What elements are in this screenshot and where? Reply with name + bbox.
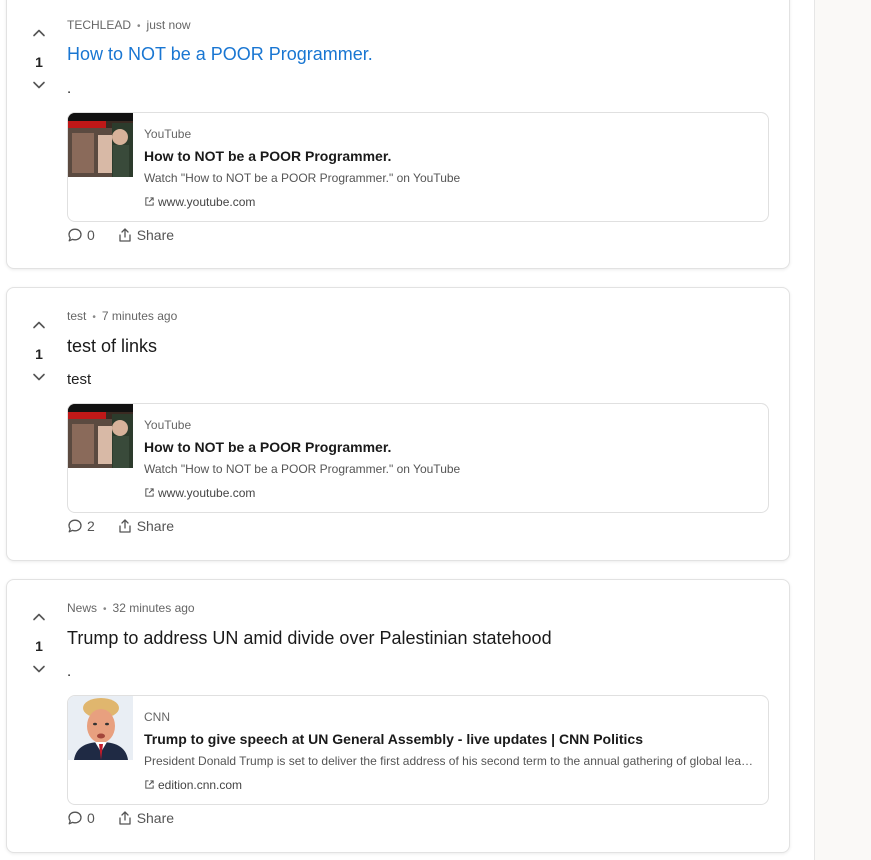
comment-icon (68, 519, 82, 533)
chevron-down-icon (33, 373, 45, 381)
embed-site: CNN (144, 710, 170, 724)
meta-separator: • (92, 312, 96, 323)
post-body: . (67, 80, 72, 97)
embed-domain[interactable]: www.youtube.com (144, 486, 255, 500)
comments-button[interactable]: 0 (67, 227, 95, 243)
post-meta: TECHLEAD • just now (67, 18, 191, 32)
chevron-up-icon (33, 613, 45, 621)
vote-controls: 1 (27, 315, 51, 390)
share-icon (119, 811, 131, 825)
post-meta: News • 32 minutes ago (67, 601, 195, 615)
embed-site: YouTube (144, 418, 192, 432)
vote-controls: 1 (27, 23, 51, 98)
post-card: 1 TECHLEAD • just now How to NOT be a POOR… (6, 0, 790, 269)
share-label: Share (136, 810, 175, 826)
embed-domain-text: www.youtube.com (158, 486, 256, 500)
comment-count: 0 (87, 227, 95, 243)
share-label: Share (136, 518, 175, 534)
chevron-up-icon (33, 29, 45, 37)
embed-site: YouTube (144, 127, 192, 141)
downvote-button[interactable] (27, 370, 51, 390)
downvote-button[interactable] (27, 662, 51, 682)
embed-domain[interactable]: www.youtube.com (144, 195, 255, 209)
right-sidebar (814, 0, 871, 860)
post-author[interactable]: TECHLEAD (67, 18, 131, 32)
post-meta: test • 7 minutes ago (67, 309, 177, 323)
upvote-button[interactable] (27, 318, 51, 338)
link-preview-card[interactable]: YouTube How to NOT be a POOR Programmer.… (67, 112, 769, 222)
video-thumbnail (68, 404, 133, 468)
post-actions: 2 Share (67, 518, 174, 537)
chevron-down-icon (33, 665, 45, 673)
link-preview-card[interactable]: YouTube How to NOT be a POOR Programmer.… (67, 403, 769, 513)
chevron-down-icon (33, 81, 45, 89)
post-time: 7 minutes ago (101, 309, 178, 323)
comments-button[interactable]: 0 (67, 810, 95, 826)
vote-score: 1 (35, 346, 43, 362)
comment-icon (68, 811, 82, 825)
news-thumbnail (68, 696, 133, 760)
meta-separator: • (137, 21, 141, 32)
embed-description: Watch "How to NOT be a POOR Programmer."… (144, 171, 461, 185)
downvote-button[interactable] (27, 78, 51, 98)
share-button[interactable]: Share (117, 810, 174, 826)
vote-controls: 1 (27, 607, 51, 682)
comment-count: 2 (87, 518, 95, 534)
embed-domain-text: edition.cnn.com (158, 778, 243, 792)
meta-separator: • (103, 604, 107, 615)
upvote-button[interactable] (27, 26, 51, 46)
share-button[interactable]: Share (117, 518, 174, 534)
share-icon (119, 228, 131, 242)
embed-title[interactable]: How to NOT be a POOR Programmer. (144, 148, 391, 164)
post-card: 1 News • 32 minutes ago Trump to address U… (6, 579, 790, 853)
chevron-up-icon (33, 321, 45, 329)
vote-score: 1 (35, 638, 43, 654)
external-link-icon (145, 780, 154, 789)
post-card: 1 test • 7 minutes ago test of links test … (6, 287, 790, 561)
post-title[interactable]: test of links (67, 336, 157, 357)
upvote-button[interactable] (27, 610, 51, 630)
post-title[interactable]: Trump to address UN amid divide over Pal… (67, 628, 552, 649)
comment-icon (68, 228, 82, 242)
share-icon (119, 519, 131, 533)
external-link-icon (145, 197, 154, 206)
share-label: Share (136, 227, 175, 243)
embed-description: Watch "How to NOT be a POOR Programmer."… (144, 462, 461, 476)
link-preview-card[interactable]: CNN Trump to give speech at UN General A… (67, 695, 769, 805)
comments-button[interactable]: 2 (67, 518, 95, 534)
post-body: test (67, 371, 92, 388)
post-author[interactable]: News (67, 601, 97, 615)
embed-description: President Donald Trump is set to deliver… (144, 754, 756, 768)
post-actions: 0 Share (67, 227, 174, 246)
external-link-icon (145, 488, 154, 497)
share-button[interactable]: Share (117, 227, 174, 243)
post-actions: 0 Share (67, 810, 174, 829)
post-time: 32 minutes ago (112, 601, 195, 615)
post-body: . (67, 663, 72, 680)
embed-domain[interactable]: edition.cnn.com (144, 778, 242, 792)
comment-count: 0 (87, 810, 95, 826)
embed-domain-text: www.youtube.com (158, 195, 256, 209)
post-author[interactable]: test (67, 309, 86, 323)
post-title[interactable]: How to NOT be a POOR Programmer. (67, 44, 373, 65)
video-thumbnail (68, 113, 133, 177)
vote-score: 1 (35, 54, 43, 70)
embed-title[interactable]: Trump to give speech at UN General Assem… (144, 731, 643, 747)
post-time: just now (146, 18, 191, 32)
embed-title[interactable]: How to NOT be a POOR Programmer. (144, 439, 391, 455)
